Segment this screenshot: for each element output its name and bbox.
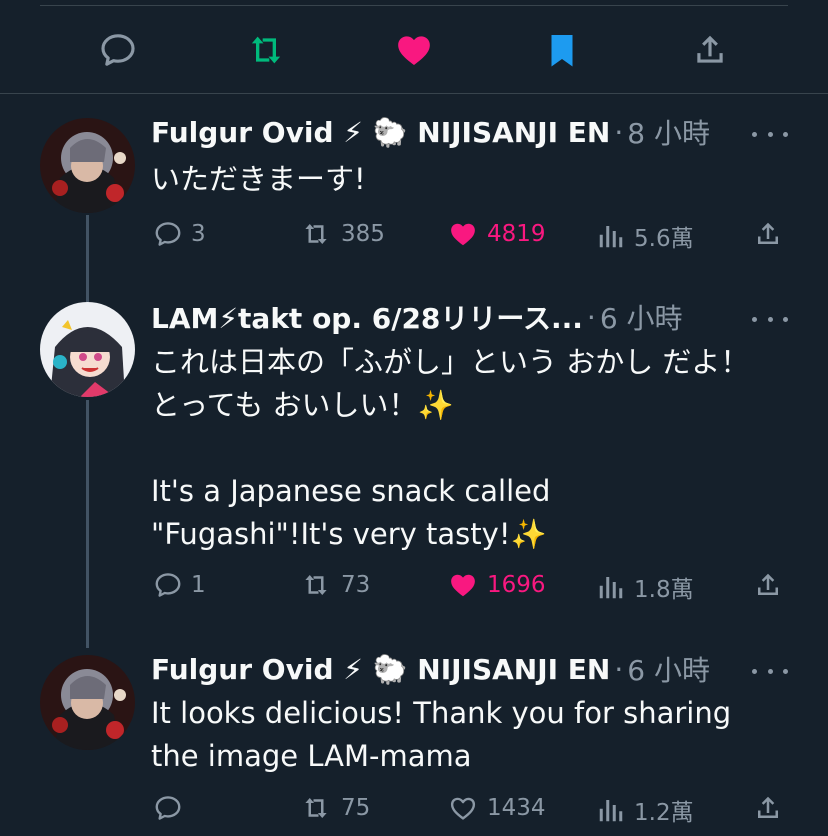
reply-button[interactable] bbox=[98, 30, 138, 70]
like-button[interactable] bbox=[394, 30, 434, 70]
tweet-text: It looks delicious! Thank you for sharin… bbox=[151, 696, 741, 773]
share-button[interactable] bbox=[753, 793, 791, 823]
avatar[interactable] bbox=[40, 655, 135, 750]
separator-dot: · bbox=[586, 300, 596, 334]
like-count: 1434 bbox=[487, 795, 546, 821]
reply-icon bbox=[98, 30, 138, 70]
thread-line bbox=[86, 400, 89, 648]
share-icon bbox=[753, 219, 783, 249]
retweet-count-button[interactable]: 73 bbox=[299, 570, 370, 600]
like-count-button[interactable]: 1434 bbox=[447, 793, 546, 823]
retweet-button[interactable] bbox=[246, 30, 286, 70]
share-icon bbox=[753, 793, 783, 823]
retweet-count-button[interactable]: 385 bbox=[299, 219, 385, 249]
bookmark-icon bbox=[544, 30, 580, 70]
more-button[interactable] bbox=[752, 661, 788, 681]
views-icon bbox=[596, 795, 626, 825]
author-name[interactable]: Fulgur Ovid ⚡ 🐑 NIJISANJI EN bbox=[151, 116, 610, 149]
tweet-text: これは日本の「ふがし」という おかし だよ！とっても おいしい！✨ It's a… bbox=[151, 345, 750, 551]
timestamp[interactable]: 8 小時 bbox=[627, 112, 710, 152]
like-count: 4819 bbox=[487, 221, 546, 247]
author-name[interactable]: Fulgur Ovid ⚡ 🐑 NIJISANJI EN bbox=[151, 653, 610, 686]
retweet-icon bbox=[299, 570, 333, 600]
more-button[interactable] bbox=[752, 309, 788, 329]
view-count: 5.6萬 bbox=[634, 226, 694, 252]
retweet-count: 73 bbox=[341, 572, 371, 598]
separator-dot: · bbox=[614, 115, 624, 149]
tweet-header: LAM⚡takt op. 6/28リリース... · 6 小時 bbox=[151, 297, 683, 337]
views-icon bbox=[596, 572, 626, 602]
retweet-icon bbox=[246, 30, 286, 70]
reply-count: 3 bbox=[191, 221, 206, 247]
reply-icon bbox=[153, 570, 183, 600]
tweet-text: いただきまーす! bbox=[151, 162, 366, 196]
tweet-header: Fulgur Ovid ⚡ 🐑 NIJISANJI EN · 8 小時 bbox=[151, 112, 710, 152]
avatar-image bbox=[40, 655, 135, 750]
like-count-button[interactable]: 1696 bbox=[447, 570, 546, 600]
heart-outline-icon bbox=[447, 793, 479, 823]
share-button[interactable] bbox=[690, 30, 730, 70]
reply-count: 1 bbox=[191, 572, 206, 598]
share-icon bbox=[691, 31, 729, 69]
like-count-button[interactable]: 4819 bbox=[447, 219, 546, 249]
top-divider bbox=[40, 5, 788, 6]
retweet-count: 75 bbox=[341, 795, 371, 821]
retweet-icon bbox=[299, 793, 333, 823]
reply-count-button[interactable]: 3 bbox=[153, 219, 206, 249]
author-name[interactable]: LAM⚡takt op. 6/28リリース... bbox=[151, 297, 583, 337]
reply-count-button[interactable]: 1 bbox=[153, 570, 206, 600]
view-count: 1.8萬 bbox=[634, 577, 694, 603]
avatar[interactable] bbox=[40, 118, 135, 213]
share-icon bbox=[753, 570, 783, 600]
heart-icon bbox=[447, 219, 479, 249]
avatar-image bbox=[40, 302, 135, 397]
avatar-image bbox=[40, 118, 135, 213]
reply-icon bbox=[153, 219, 183, 249]
thread-line bbox=[86, 215, 89, 303]
separator-dot: · bbox=[614, 652, 624, 686]
share-button[interactable] bbox=[753, 570, 791, 600]
retweet-count: 385 bbox=[341, 221, 385, 247]
share-button[interactable] bbox=[753, 219, 791, 249]
views-button[interactable]: 1.2萬 bbox=[596, 793, 694, 827]
views-button[interactable]: 1.8萬 bbox=[596, 570, 694, 604]
like-count: 1696 bbox=[487, 572, 546, 598]
section-divider bbox=[0, 93, 828, 94]
views-button[interactable]: 5.6萬 bbox=[596, 219, 694, 253]
heart-icon bbox=[447, 570, 479, 600]
timestamp[interactable]: 6 小時 bbox=[600, 297, 683, 337]
timestamp[interactable]: 6 小時 bbox=[627, 649, 710, 689]
reply-count-button[interactable] bbox=[153, 793, 191, 823]
retweet-icon bbox=[299, 219, 333, 249]
reply-icon bbox=[153, 793, 183, 823]
bookmark-button[interactable] bbox=[542, 30, 582, 70]
avatar[interactable] bbox=[40, 302, 135, 397]
tweet-header: Fulgur Ovid ⚡ 🐑 NIJISANJI EN · 6 小時 bbox=[151, 649, 710, 689]
more-button[interactable] bbox=[752, 124, 788, 144]
view-count: 1.2萬 bbox=[634, 800, 694, 826]
heart-icon bbox=[394, 30, 434, 70]
retweet-count-button[interactable]: 75 bbox=[299, 793, 370, 823]
views-icon bbox=[596, 221, 626, 251]
